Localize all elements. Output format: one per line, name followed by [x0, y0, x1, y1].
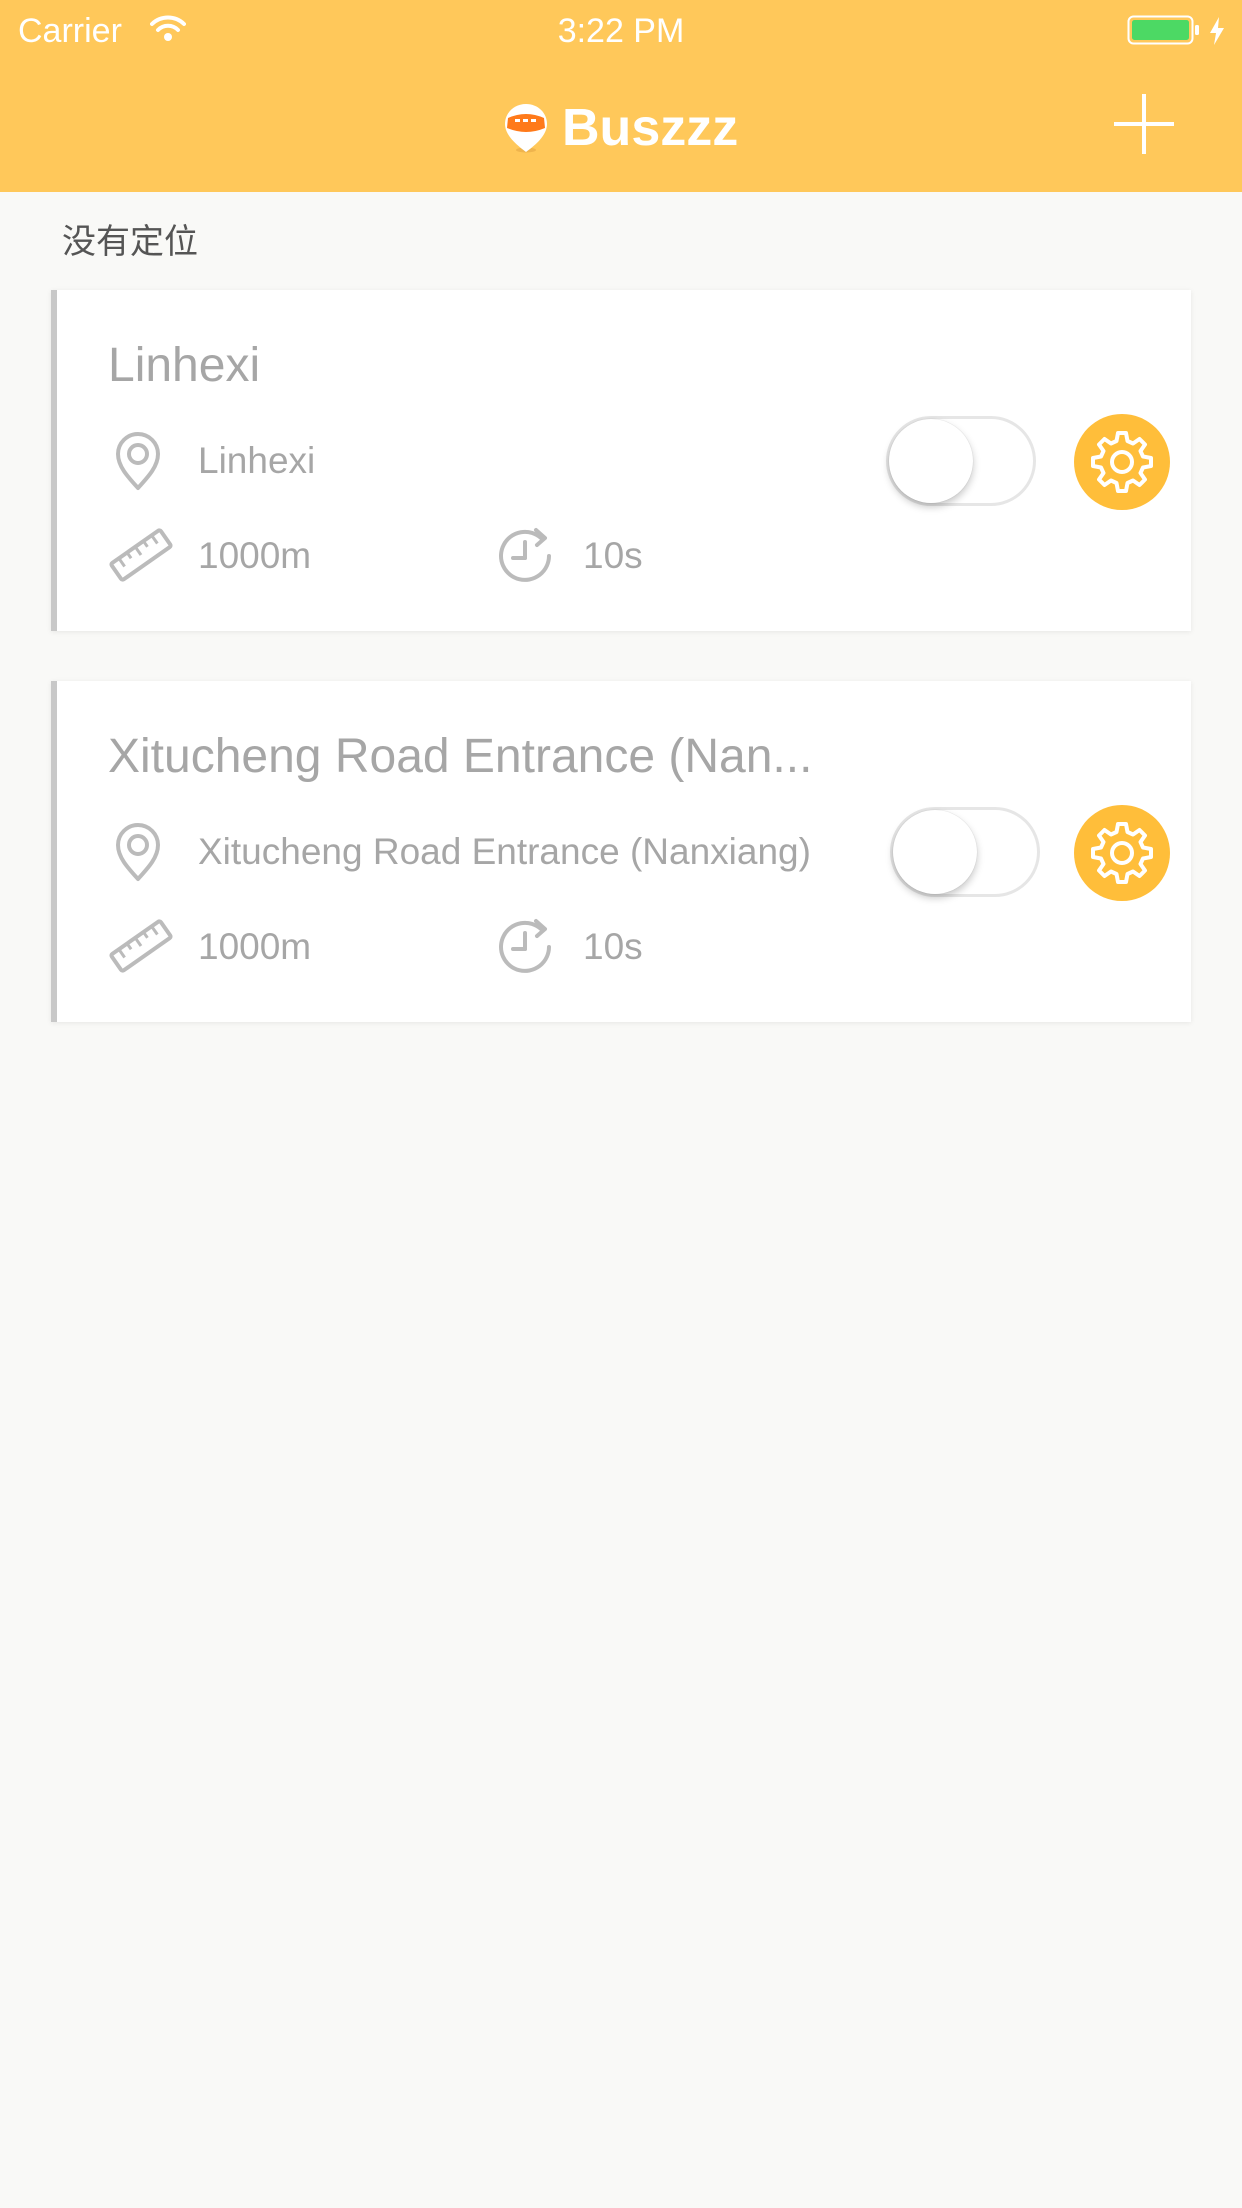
location-pin-icon [116, 432, 160, 490]
battery-icon [1127, 15, 1199, 45]
ruler-icon [109, 528, 173, 582]
status-time: 3:22 PM [557, 12, 685, 50]
alarm-card[interactable]: Xitucheng Road Entrance (Nan... Xituchen… [51, 681, 1191, 1022]
clock-refresh-icon [499, 528, 551, 582]
nav-bar: Buszzz [0, 62, 1242, 192]
alarm-card[interactable]: Linhexi Linhexi 1000m 10s [51, 290, 1191, 631]
distance-value: 1000m [198, 926, 312, 967]
interval-value: 10s [583, 926, 643, 967]
toggle-knob [889, 419, 973, 503]
distance-value: 1000m [198, 535, 312, 576]
app-title: Buszzz [562, 99, 739, 157]
alarm-toggle[interactable] [890, 807, 1040, 897]
alarm-title: Linhexi [108, 339, 261, 392]
bus-logo-icon [505, 104, 547, 153]
alarm-title: Xitucheng Road Entrance (Nan... [108, 730, 813, 783]
charging-bolt-icon [1210, 17, 1224, 45]
settings-gear-button[interactable] [1072, 412, 1172, 512]
stop-name: Xitucheng Road Entrance (Nanxiang) [198, 831, 811, 872]
status-bar: Carrier 3:22 PM [0, 0, 1242, 62]
clock-refresh-icon [499, 919, 551, 973]
location-status-label: 没有定位 [62, 222, 198, 262]
stop-name: Linhexi [198, 440, 316, 481]
toggle-knob [893, 810, 977, 894]
settings-gear-button[interactable] [1072, 803, 1172, 903]
ruler-icon [109, 919, 173, 973]
location-pin-icon [116, 823, 160, 881]
top-bar: Carrier 3:22 PM Buszzz [0, 0, 1242, 192]
interval-value: 10s [583, 535, 643, 576]
add-alarm-button[interactable] [1110, 90, 1178, 158]
alarm-toggle[interactable] [886, 416, 1036, 506]
